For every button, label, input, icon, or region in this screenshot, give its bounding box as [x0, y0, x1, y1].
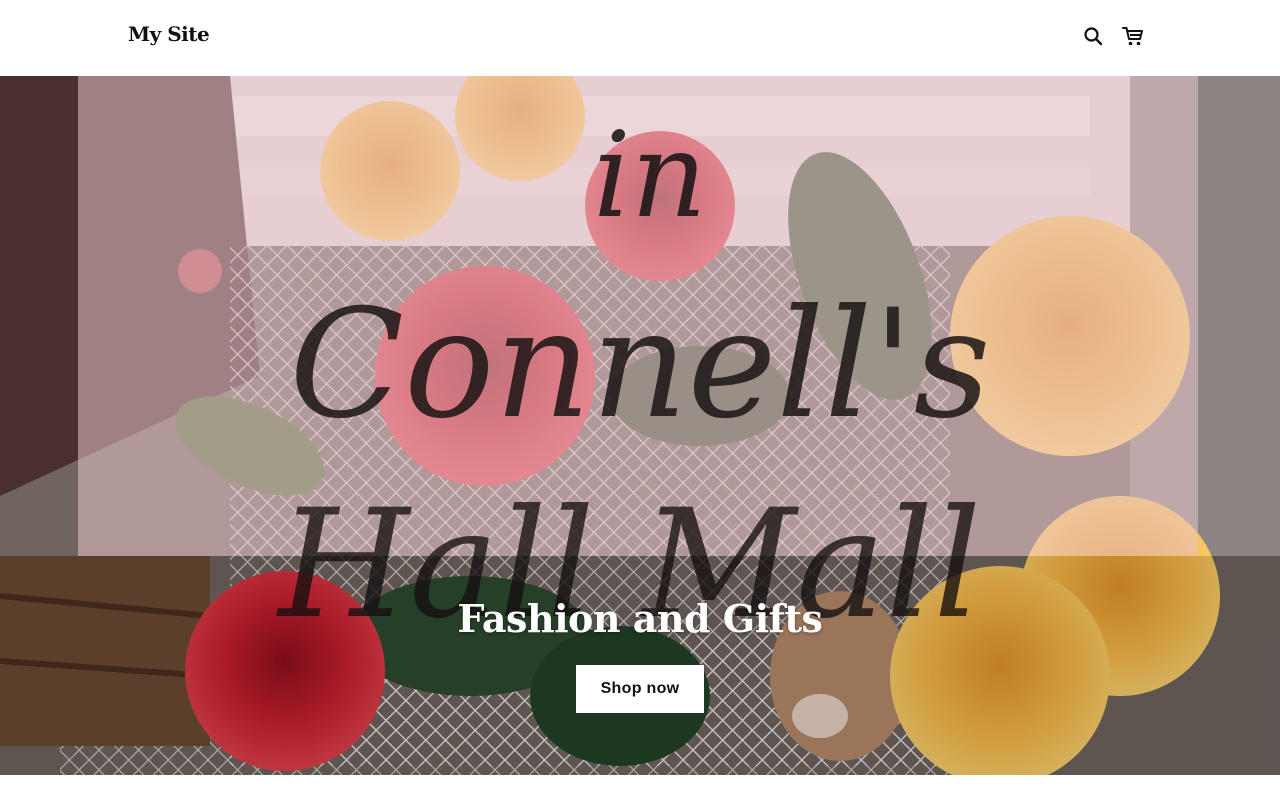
- site-title-link[interactable]: My Site: [128, 22, 210, 46]
- hero-logo-line-2: Connell's: [289, 278, 990, 452]
- hero-banner: in Connell's Hall Mall Fashion and Gifts…: [0, 76, 1280, 775]
- shop-now-button[interactable]: Shop now: [576, 665, 704, 713]
- cart-button[interactable]: [1121, 24, 1145, 48]
- hero-title: Fashion and Gifts: [457, 596, 823, 641]
- site-header: My Site: [0, 0, 1280, 76]
- hero-logo-line-1: in: [593, 106, 707, 244]
- page-bottom-strip: [0, 775, 1280, 800]
- shopping-cart-icon: [1122, 27, 1143, 46]
- search-button[interactable]: [1081, 24, 1105, 48]
- search-icon: [1084, 27, 1103, 46]
- hero-content: Fashion and Gifts Shop now: [0, 596, 1280, 713]
